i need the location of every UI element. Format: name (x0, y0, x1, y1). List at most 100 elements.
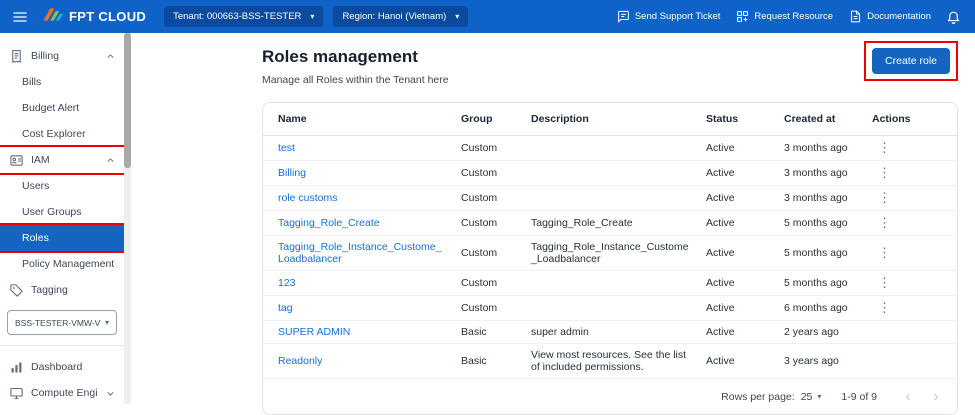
sidebar-item-label: Roles (22, 232, 49, 244)
create-role-button[interactable]: Create role (872, 48, 950, 74)
sidebar-item-roles[interactable]: Roles (0, 223, 126, 253)
role-name-cell: 123 (263, 270, 453, 296)
role-actions-cell: ⋮ (864, 235, 957, 271)
chevron-up-icon (105, 155, 116, 166)
region-selector[interactable]: Region: Hanoi (Vietnam) ▾ (333, 6, 469, 27)
sidebar-item-compute-engine[interactable]: Compute Engine (0, 380, 124, 406)
role-status: Active (698, 343, 776, 379)
table-row-tag: tag Custom Active 6 months ago ⋮ (263, 295, 957, 321)
role-created-at: 5 months ago (776, 210, 864, 236)
top-link-documentation[interactable]: Documentation (849, 10, 931, 23)
role-name-cell: Tagging_Role_Create (263, 210, 453, 236)
role-name-link[interactable]: Readonly (278, 355, 322, 367)
documentation-icon (849, 10, 862, 23)
row-actions-menu-button[interactable]: ⋮ (872, 301, 897, 314)
row-actions-menu-button[interactable]: ⋮ (872, 166, 897, 179)
role-created-at: 3 years ago (776, 343, 864, 379)
top-link-request-resource[interactable]: Request Resource (736, 10, 833, 23)
role-actions-cell: ⋮ (864, 185, 957, 211)
column-header-created-at: Created at (776, 103, 864, 136)
top-link-label: Request Resource (754, 11, 834, 22)
table-row-tagging-role-instance-custome-loadbalancer: Tagging_Role_Instance_Custome_Loadbalanc… (263, 235, 957, 271)
pagination-prev-button[interactable]: ‹ (897, 388, 919, 405)
sidebar-item-tagging[interactable]: Tagging (0, 277, 124, 303)
tenant-label: Tenant: 000663-BSS-TESTER (173, 11, 302, 22)
role-created-at: 3 months ago (776, 135, 864, 161)
chevron-down-icon (105, 388, 116, 399)
hamburger-menu-button[interactable] (8, 5, 32, 29)
pagination-range: 1-9 of 9 (841, 390, 877, 403)
pagination-next-button[interactable]: › (925, 388, 947, 405)
sidebar-item-billing[interactable]: Billing (0, 43, 124, 69)
sidebar-item-budget-alert[interactable]: Budget Alert (0, 95, 124, 121)
chevron-down-icon: ▾ (817, 392, 822, 401)
role-actions-cell: ⋮ (864, 295, 957, 321)
role-created-at: 3 months ago (776, 160, 864, 186)
rows-per-page-select[interactable]: 25 ▾ (801, 391, 822, 403)
role-name-link[interactable]: 123 (278, 277, 296, 289)
top-link-send-support-ticket[interactable]: Send Support Ticket (617, 10, 721, 23)
role-group: Custom (453, 210, 523, 236)
sidebar-item-label: Billing (31, 50, 60, 62)
table-row-tagging-role-create: Tagging_Role_Create Custom Tagging_Role_Cr… (263, 210, 957, 236)
role-name-cell: test (263, 135, 453, 161)
role-status: Active (698, 185, 776, 211)
role-description: super admin (523, 320, 698, 344)
sidebar-item-dashboard[interactable]: Dashboard (0, 354, 124, 380)
sidebar-item-user-groups[interactable]: User Groups (0, 199, 124, 225)
role-group: Custom (453, 160, 523, 186)
notifications-bell[interactable] (941, 5, 965, 29)
sidebar-item-label: Cost Explorer (22, 128, 86, 140)
table-pagination: Rows per page: 25 ▾ 1-9 of 9 ‹ › (263, 379, 957, 414)
sidebar-scrollbar[interactable] (124, 33, 131, 404)
sidebar-item-label: Budget Alert (22, 102, 80, 114)
role-name-link[interactable]: test (278, 142, 295, 154)
roles-table: Name Group Description Status Created at Acti… (263, 103, 957, 379)
vpc-selector[interactable]: BSS-TESTER-VMW-VPC-BI...▾ (7, 310, 117, 335)
role-name-link[interactable]: Billing (278, 167, 306, 179)
role-name-link[interactable]: role customs (278, 192, 338, 204)
row-actions-menu-button[interactable]: ⋮ (872, 216, 897, 229)
role-created-at: 5 months ago (776, 235, 864, 271)
row-actions-menu-button[interactable]: ⋮ (872, 276, 897, 289)
page-title: Roles management (262, 47, 418, 66)
sidebar-item-users[interactable]: Users (0, 173, 124, 199)
row-actions-menu-button[interactable]: ⋮ (872, 141, 897, 154)
compute-engine-icon (8, 386, 24, 401)
sidebar-item-label: Bills (22, 76, 42, 88)
role-name-link[interactable]: SUPER ADMIN (278, 326, 350, 338)
role-name-link[interactable]: tag (278, 302, 293, 314)
role-actions-cell (864, 320, 957, 344)
role-description: View most resources. See the list of inc… (523, 343, 698, 379)
sidebar-item-bills[interactable]: Bills (0, 69, 124, 95)
sidebar-scrollbar-thumb[interactable] (124, 33, 131, 168)
tenant-selector[interactable]: Tenant: 000663-BSS-TESTER ▾ (164, 6, 324, 27)
sidebar: Billing Bills Budget Alert Cost Explorer IAM… (0, 33, 131, 404)
sidebar-item-label: IAM (31, 154, 50, 166)
rows-per-page-label: Rows per page: (721, 390, 795, 403)
role-name-link[interactable]: Tagging_Role_Create (278, 217, 380, 229)
role-actions-cell (864, 343, 957, 379)
role-status: Active (698, 270, 776, 296)
main-content: Roles management Manage all Roles within… (131, 33, 975, 415)
role-description: Tagging_Role_Create (523, 210, 698, 236)
page-header: Roles management Manage all Roles within… (262, 41, 958, 86)
role-name-link[interactable]: Tagging_Role_Instance_Custome_Loadbalanc… (278, 241, 441, 265)
role-description (523, 295, 698, 321)
sidebar-item-cost-explorer[interactable]: Cost Explorer (0, 121, 124, 147)
column-header-name: Name (263, 103, 453, 136)
sidebar-item-policy-management[interactable]: Policy Management (0, 251, 124, 277)
role-status: Active (698, 210, 776, 236)
row-actions-menu-button[interactable]: ⋮ (872, 246, 897, 259)
sidebar-item-label: Dashboard (31, 361, 83, 373)
row-actions-menu-button[interactable]: ⋮ (872, 191, 897, 204)
role-status: Active (698, 295, 776, 321)
dashboard-icon (8, 360, 24, 375)
tag-icon (8, 283, 24, 298)
sidebar-item-iam[interactable]: IAM (0, 145, 126, 175)
top-link-label: Send Support Ticket (634, 11, 721, 22)
role-name-cell: Readonly (263, 343, 453, 379)
table-row-super-admin: SUPER ADMIN Basic super admin Active 2 years… (263, 320, 957, 344)
role-created-at: 5 months ago (776, 270, 864, 296)
table-header-row: Name Group Description Status Created at Acti… (263, 103, 957, 136)
